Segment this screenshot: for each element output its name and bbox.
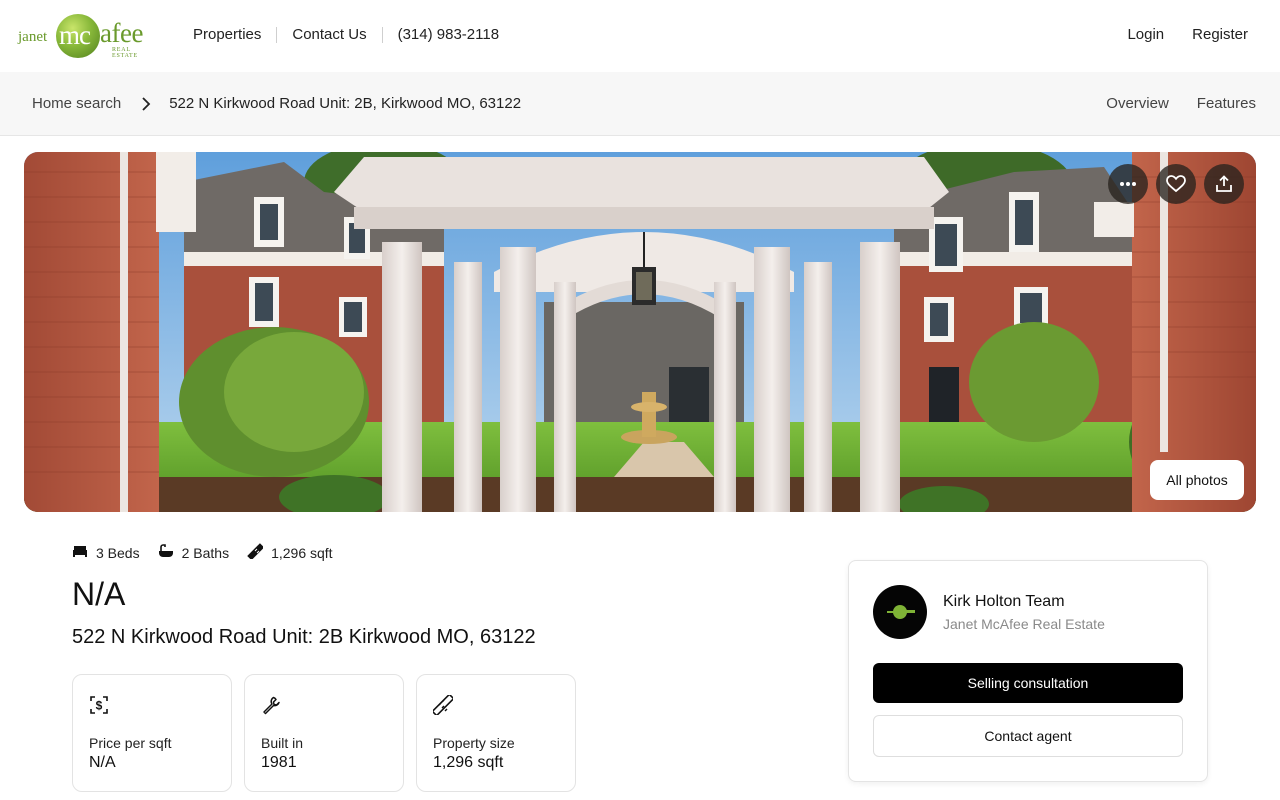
site-header: janet mc afee REAL ESTATE Properties Con… (0, 0, 1280, 72)
stat-card-property-size: Property size 1,296 sqft (416, 674, 576, 792)
tab-overview[interactable]: Overview (1106, 95, 1169, 112)
listing-address: 522 N Kirkwood Road Unit: 2B Kirkwood MO… (72, 626, 536, 648)
logo-text-tag: REAL ESTATE (112, 47, 138, 59)
section-tabs: Overview Features (1106, 95, 1256, 112)
more-horizontal-icon (1119, 181, 1137, 187)
stat-value: 1981 (261, 754, 297, 771)
property-photo-image (24, 152, 1256, 512)
breadcrumb: Home search 522 N Kirkwood Road Unit: 2B… (32, 95, 521, 112)
more-options-button[interactable] (1108, 164, 1148, 204)
all-photos-button[interactable]: All photos (1150, 460, 1244, 500)
bed-icon (72, 544, 96, 561)
agent-card: Kirk Holton Team Janet McAfee Real Estat… (848, 560, 1208, 782)
dollar-icon: $ (89, 695, 109, 720)
logo-text-mc: mc (59, 20, 91, 50)
heart-icon (1166, 175, 1186, 193)
logo[interactable]: janet mc afee REAL ESTATE (16, 12, 156, 60)
stat-card-built-in: Built in 1981 (244, 674, 404, 792)
agent-company: Janet McAfee Real Estate (943, 616, 1105, 632)
nav-phone[interactable]: (314) 983-2118 (398, 26, 499, 43)
share-button[interactable] (1204, 164, 1244, 204)
breadcrumb-bar: Home search 522 N Kirkwood Road Unit: 2B… (0, 72, 1280, 136)
auth-links: Login Register (1127, 26, 1248, 43)
stat-label: Price per sqft (89, 735, 172, 751)
stat-value: 1,296 sqft (433, 754, 504, 771)
nav-properties[interactable]: Properties (193, 26, 261, 43)
selling-consultation-button[interactable]: Selling consultation (873, 663, 1183, 703)
agent-avatar (873, 585, 927, 639)
tab-features[interactable]: Features (1197, 95, 1256, 112)
breadcrumb-current: 522 N Kirkwood Road Unit: 2B, Kirkwood M… (169, 95, 522, 112)
beds-fact: 3 Beds (72, 544, 140, 561)
ruler-icon (247, 543, 271, 562)
stat-cards: $ Price per sqft N/A Built in 1981 Prope… (72, 674, 576, 792)
stat-card-price-per-sqft: $ Price per sqft N/A (72, 674, 232, 792)
listing-price: N/A (72, 576, 126, 612)
sqft-value: 1,296 sqft (271, 544, 333, 561)
nav-contact-us[interactable]: Contact Us (292, 26, 366, 43)
contact-agent-button[interactable]: Contact agent (873, 715, 1183, 757)
stat-label: Built in (261, 735, 304, 751)
svg-text:$: $ (96, 699, 103, 713)
favorite-button[interactable] (1156, 164, 1196, 204)
agent-name: Kirk Holton Team (943, 593, 1065, 610)
ruler-icon (431, 693, 455, 720)
agent-logo-mark (887, 605, 915, 619)
baths-fact: 2 Baths (158, 544, 229, 561)
sqft-fact: 1,296 sqft (247, 543, 333, 562)
nav-divider (381, 26, 383, 43)
stat-value: N/A (89, 754, 116, 771)
stat-label: Property size (433, 735, 515, 751)
logo-text-afee: afee (100, 18, 143, 48)
login-link[interactable]: Login (1127, 26, 1164, 43)
bathtub-icon (158, 544, 182, 561)
nav-divider (276, 26, 278, 43)
share-icon (1215, 175, 1233, 193)
beds-count: 3 Beds (96, 544, 140, 561)
chevron-right-icon (141, 96, 151, 111)
register-link[interactable]: Register (1192, 26, 1248, 43)
logo-text-janet: janet (18, 29, 48, 45)
main-nav: Properties Contact Us (314) 983-2118 (193, 26, 499, 43)
property-photo[interactable]: All photos (24, 152, 1256, 512)
breadcrumb-home-search[interactable]: Home search (32, 95, 121, 112)
baths-count: 2 Baths (181, 544, 230, 561)
property-facts: 3 Beds 2 Baths 1,296 sqft (72, 543, 351, 562)
wrench-icon (261, 695, 281, 720)
